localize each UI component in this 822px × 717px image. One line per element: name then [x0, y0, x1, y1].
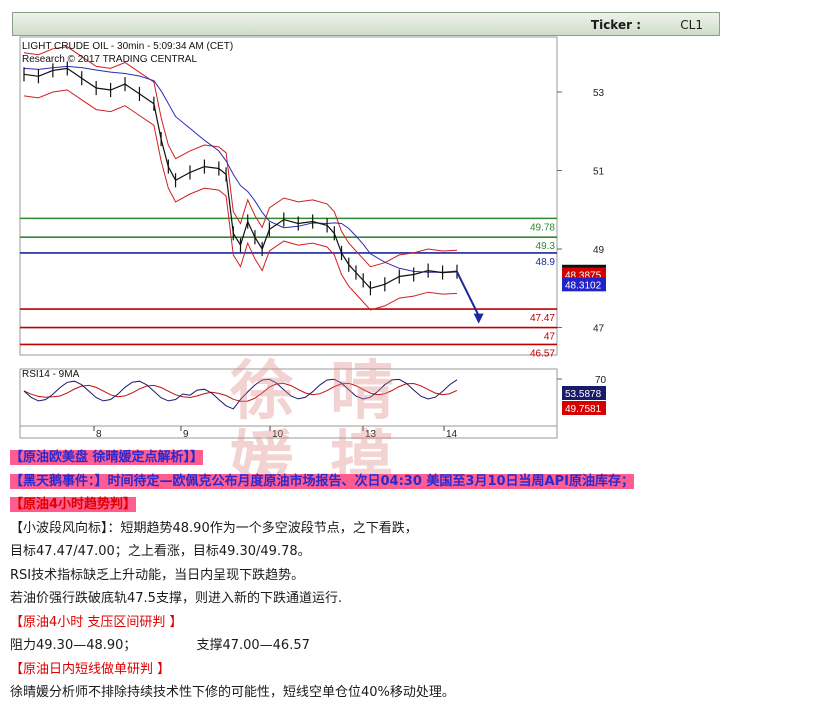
range-header: 【原油4小时 支压区间研判 】: [10, 614, 183, 630]
paragraph-line: RSI技术指标缺乏上升动能，当日内呈现下跌趋势。: [10, 567, 305, 583]
x-tick-label: 9: [183, 429, 189, 440]
event-label: 【黑天鹅事件：】: [10, 473, 108, 489]
y-tick-label: 49: [593, 245, 605, 256]
resistance-text: 阻力49.30—48.90；: [10, 638, 137, 653]
level-label: 47: [544, 332, 556, 343]
chart-subtitle: Research © 2017 TRADING CENTRAL: [22, 54, 198, 65]
level-label: 49.78: [530, 222, 555, 233]
price-tag: 48.3102: [565, 280, 602, 291]
level-label: 47.47: [530, 313, 555, 324]
y-tick-label: 47: [593, 324, 605, 335]
main-plot-area: [19, 36, 558, 356]
event-text: 时间待定—欧佩克公布月度原油市场报告、次日04:30 美国至3月10日当周API…: [107, 473, 634, 489]
level-label: 46.57: [530, 348, 555, 359]
paragraph-line: 徐晴媛分析师不排除持续技术性下修的可能性，短线空单仓位40%移动处理。: [10, 685, 455, 700]
paragraph-line: 若油价强行跌破底轨47.5支撑，则进入新的下跌通道运行.: [10, 591, 343, 606]
rsi-title: RSI14 - 9MA: [22, 369, 80, 380]
level-label: 49.3: [536, 241, 556, 252]
analysis-text: 【原油欧美盘 徐晴媛定点解析】】 【黑天鹅事件：】时间待定—欧佩克公布月度原油市…: [10, 446, 818, 705]
x-tick-label: 8: [96, 429, 102, 440]
x-tick-label: 14: [446, 429, 458, 440]
chart-panel: Ticker : CL1 53 51 49 47 8 9 10 13 14 49.78 49.3 48…: [12, 12, 720, 440]
y-tick-label: 53: [593, 88, 605, 99]
trend-header: 【原油4小时趋势判】: [10, 497, 137, 512]
y-tick-label: 51: [593, 166, 605, 177]
rsi-tick-label: 70: [595, 375, 607, 386]
price-chart: 53 51 49 47 8 9 10 13 14 49.78 49.3 48.9 47.47 47 46.5…: [19, 36, 607, 440]
chart-title: LIGHT CRUDE OIL - 30min - 5:09:34 AM (CE…: [22, 41, 234, 52]
level-label: 48.9: [536, 257, 556, 268]
rsi-plot-area: [19, 368, 558, 427]
rsi-tag: 53.5878: [565, 389, 602, 400]
intraday-header: 【原油日内短线做单研判 】: [10, 661, 171, 677]
x-tick-label: 13: [365, 429, 377, 440]
x-tick-label: 10: [272, 429, 284, 440]
paragraph-line: 【小波段风向标】：短期趋势48.90作为一个多空波段节点，之下看跌，: [10, 520, 418, 536]
section-header: 【原油欧美盘 徐晴媛定点解析】】: [10, 450, 204, 465]
support-text: 支撑47.00—46.57: [196, 638, 310, 653]
paragraph-line: 目标47.47/47.00；之上看涨，目标49.30/49.78。: [10, 544, 311, 559]
rsi-tag: 49.7581: [565, 404, 602, 415]
